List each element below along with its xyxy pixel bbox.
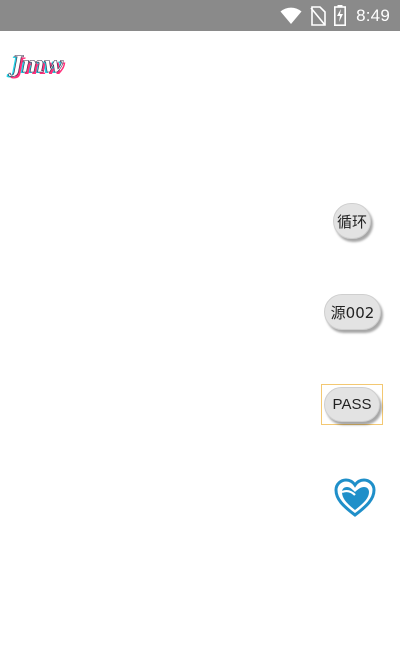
battery-charging-icon: [334, 5, 347, 26]
no-sim-icon: [310, 5, 326, 26]
pass-button-label: PASS: [332, 396, 372, 413]
loop-button-label: 循环: [336, 212, 367, 231]
app-logo: Jmw Jmw Jmw: [10, 52, 88, 82]
status-time: 8:49: [356, 5, 390, 25]
source-button[interactable]: 源002: [324, 294, 381, 330]
pass-button[interactable]: PASS: [324, 387, 380, 422]
source-button-label: 源002: [330, 303, 375, 322]
wifi-icon: [280, 7, 302, 25]
heart-icon[interactable]: [333, 478, 377, 518]
status-bar: 8:49: [0, 0, 400, 31]
logo-text: Jmw: [12, 52, 63, 79]
loop-button[interactable]: 循环: [333, 203, 371, 239]
app-screen: 8:49 Jmw Jmw Jmw 循环 源002 PASS: [0, 0, 400, 661]
